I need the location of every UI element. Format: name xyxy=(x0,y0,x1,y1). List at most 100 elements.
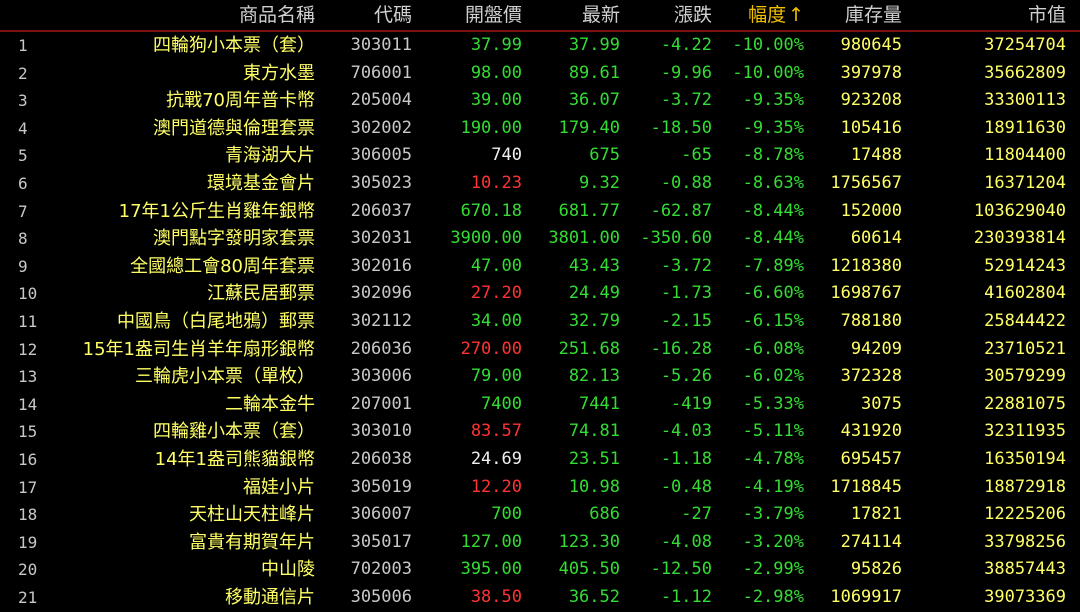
last-price: 675 xyxy=(589,145,620,166)
product-name: 四輪狗小本票（套） xyxy=(153,35,315,56)
product-code: 302016 xyxy=(350,255,412,276)
stock-quantity: 1718845 xyxy=(830,476,902,497)
product-name: 澳門點字發明家套票 xyxy=(153,228,315,250)
last-price: 24.49 xyxy=(568,283,620,304)
col-header-open[interactable]: 開盤價 xyxy=(465,3,522,27)
open-price: 37.99 xyxy=(470,35,522,55)
price-change: -65 xyxy=(681,145,712,166)
col-header-last[interactable]: 最新 xyxy=(582,3,620,27)
col-header-pct[interactable]: 幅度 ↑ xyxy=(748,3,804,27)
col-header-stock[interactable]: 庫存量 xyxy=(845,3,902,27)
col-header-code[interactable]: 代碼 xyxy=(374,3,412,27)
price-change: -1.12 xyxy=(660,586,712,607)
row-index: 8 xyxy=(18,229,28,249)
stock-quantity: 431920 xyxy=(840,421,902,442)
table-row[interactable]: 1 四輪狗小本票（套） 303011 37.99 37.99 -4.22 -10.00% 98… xyxy=(0,32,1080,60)
stock-quantity: 397978 xyxy=(840,62,902,83)
price-change: -12.50 xyxy=(650,559,712,580)
table-row[interactable]: 11 中國鳥（白尾地鴉）郵票 302112 34.00 32.79 -2.15 -6.15%… xyxy=(0,308,1080,336)
table-row[interactable]: 9 全國總工會80周年套票 302016 47.00 43.43 -3.72 -7.89% 1… xyxy=(0,253,1080,281)
table-row[interactable]: 3 抗戰70周年普卡幣 205004 39.00 36.07 -3.72 -9.35% 923… xyxy=(0,87,1080,115)
market-value: 22881075 xyxy=(984,393,1066,414)
table-row[interactable]: 7 17年1公斤生肖雞年銀幣 206037 670.18 681.77 -62.87 -8.… xyxy=(0,198,1080,226)
table-row[interactable]: 10 江蘇民居郵票 302096 27.20 24.49 -1.73 -6.60% 16987… xyxy=(0,280,1080,308)
product-name: 17年1公斤生肖雞年銀幣 xyxy=(118,200,315,222)
product-code: 302112 xyxy=(350,310,412,331)
last-price: 82.13 xyxy=(568,366,620,387)
product-code: 305023 xyxy=(350,172,412,193)
last-price: 10.98 xyxy=(568,476,620,497)
table-row[interactable]: 5 青海湖大片 306005 740 675 -65 -8.78% 17488 11804400 xyxy=(0,142,1080,170)
open-price: 670.18 xyxy=(460,200,522,221)
stock-quantity: 788180 xyxy=(840,310,902,331)
open-price: 34.00 xyxy=(470,310,522,331)
table-row[interactable]: 20 中山陵 702003 395.00 405.50 -12.50 -2.99% 95826… xyxy=(0,556,1080,584)
table-row[interactable]: 21 移動通信片 305006 38.50 36.52 -1.12 -2.98% 106991… xyxy=(0,584,1080,612)
col-header-change[interactable]: 漲跌 xyxy=(674,3,712,27)
table-row[interactable]: 16 14年1盎司熊貓銀幣 206038 24.69 23.51 -1.18 -4.78% 6… xyxy=(0,446,1080,474)
product-code: 305006 xyxy=(350,586,412,607)
price-change: -4.08 xyxy=(660,531,712,552)
product-name: 移動通信片 xyxy=(225,586,315,608)
open-price: 270.00 xyxy=(460,338,522,359)
product-code: 702003 xyxy=(350,559,412,580)
product-name: 環境基金會片 xyxy=(207,172,315,194)
row-index: 6 xyxy=(18,173,28,193)
price-change: -0.48 xyxy=(660,476,712,497)
price-change: -5.26 xyxy=(660,366,712,387)
column-header-row: 商品名稱 代碼 開盤價 最新 漲跌 幅度 ↑ 庫存量 市值 xyxy=(0,0,1080,32)
stock-quantity: 980645 xyxy=(840,35,902,55)
product-code: 303006 xyxy=(350,366,412,387)
market-value: 103629040 xyxy=(973,200,1066,221)
table-row[interactable]: 15 四輪雞小本票（套） 303010 83.57 74.81 -4.03 -5.11% 43… xyxy=(0,418,1080,446)
market-value: 39073369 xyxy=(984,586,1066,607)
stock-quantity: 1756567 xyxy=(830,172,902,193)
table-row[interactable]: 8 澳門點字發明家套票 302031 3900.00 3801.00 -350.60 -8.… xyxy=(0,225,1080,253)
row-index: 17 xyxy=(18,477,38,497)
stock-quantity: 372328 xyxy=(840,366,902,387)
last-price: 74.81 xyxy=(568,421,620,442)
price-change: -4.22 xyxy=(660,35,712,55)
product-code: 706001 xyxy=(350,62,412,83)
price-change: -0.88 xyxy=(660,172,712,193)
change-percent: -2.98% xyxy=(742,586,804,607)
last-price: 89.61 xyxy=(568,62,620,83)
table-row[interactable]: 6 環境基金會片 305023 10.23 9.32 -0.88 -8.63% 1756567… xyxy=(0,170,1080,198)
product-name: 江蘇民居郵票 xyxy=(207,283,315,305)
last-price: 36.52 xyxy=(568,586,620,607)
row-index: 16 xyxy=(18,449,38,469)
price-change: -1.73 xyxy=(660,283,712,304)
table-row[interactable]: 14 二輪本金牛 207001 7400 7441 -419 -5.33% 3075 22881… xyxy=(0,391,1080,419)
price-change: -3.72 xyxy=(660,90,712,111)
product-code: 306005 xyxy=(350,145,412,166)
product-name: 抗戰70周年普卡幣 xyxy=(166,90,315,112)
table-row[interactable]: 19 富貴有期賀年片 305017 127.00 123.30 -4.08 -3.20% 27… xyxy=(0,529,1080,557)
change-percent: -3.20% xyxy=(742,531,804,552)
price-change: -419 xyxy=(671,393,712,414)
change-percent: -6.02% xyxy=(742,366,804,387)
last-price: 36.07 xyxy=(568,90,620,111)
table-row[interactable]: 17 福娃小片 305019 12.20 10.98 -0.48 -4.19% 1718845… xyxy=(0,474,1080,502)
row-index: 9 xyxy=(18,256,28,276)
change-percent: -4.19% xyxy=(742,476,804,497)
table-row[interactable]: 4 澳門道德與倫理套票 302002 190.00 179.40 -18.50 -9.35%… xyxy=(0,115,1080,143)
change-percent: -5.33% xyxy=(742,393,804,414)
product-code: 305019 xyxy=(350,476,412,497)
change-percent: -8.44% xyxy=(742,200,804,221)
table-row[interactable]: 18 天柱山天柱峰片 306007 700 686 -27 -3.79% 17821 12225… xyxy=(0,501,1080,529)
price-change: -18.50 xyxy=(650,117,712,138)
open-price: 24.69 xyxy=(470,448,522,469)
col-header-name[interactable]: 商品名稱 xyxy=(239,3,315,27)
product-name: 福娃小片 xyxy=(243,476,315,498)
row-index: 1 xyxy=(18,36,28,55)
col-header-market-value[interactable]: 市值 xyxy=(1028,3,1066,27)
market-value: 41602804 xyxy=(984,283,1066,304)
product-code: 303011 xyxy=(350,35,412,55)
change-percent: -8.44% xyxy=(742,228,804,249)
table-row[interactable]: 2 東方水墨 706001 98.00 89.61 -9.96 -10.00% 397978 3… xyxy=(0,60,1080,88)
table-row[interactable]: 12 15年1盎司生肖羊年扇形銀幣 206036 270.00 251.68 -16.28… xyxy=(0,336,1080,364)
market-value: 35662809 xyxy=(984,62,1066,83)
table-row[interactable]: 13 三輪虎小本票（單枚） 303006 79.00 82.13 -5.26 -6.02% 3… xyxy=(0,363,1080,391)
product-name: 15年1盎司生肖羊年扇形銀幣 xyxy=(82,338,315,360)
market-value: 18911630 xyxy=(984,117,1066,138)
